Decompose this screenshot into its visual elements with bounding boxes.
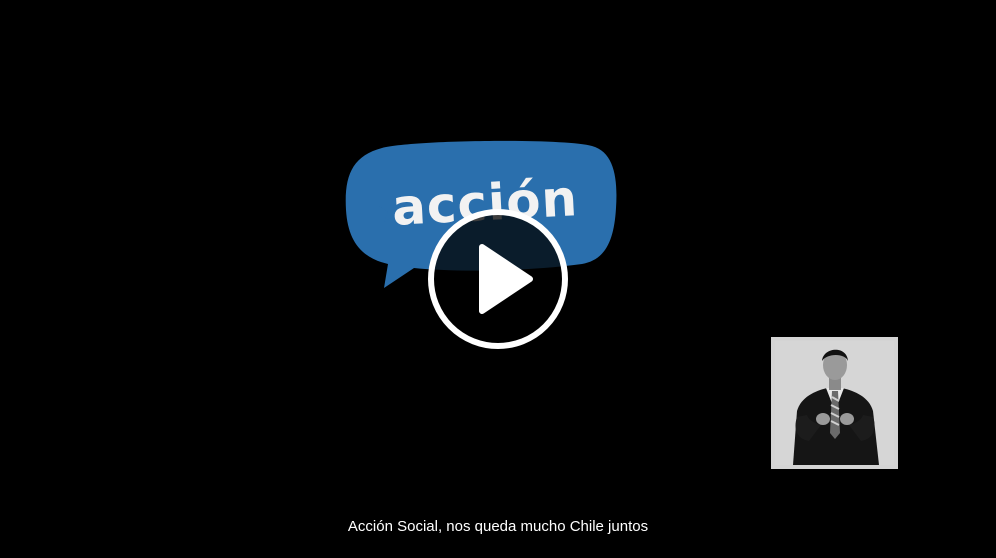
subtitle-caption: Acción Social, nos queda mucho Chile jun… xyxy=(347,518,649,535)
play-button[interactable] xyxy=(426,207,570,351)
video-player[interactable]: acción Acción Social, nos queda mucho Ch… xyxy=(0,0,996,558)
sign-language-interpreter-inset xyxy=(771,337,898,469)
sign-language-interpreter-icon xyxy=(775,341,894,465)
